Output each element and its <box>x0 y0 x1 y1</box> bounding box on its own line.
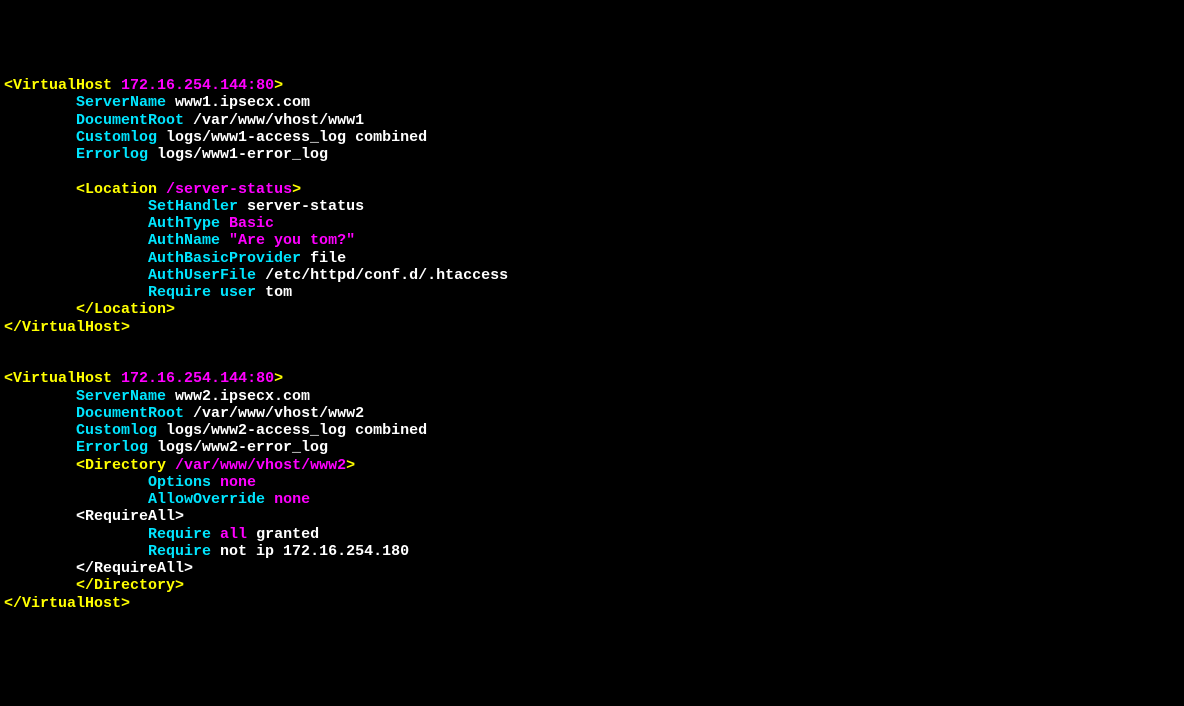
directory-close-tag: </Directory> <box>76 577 184 594</box>
options-key: Options <box>148 474 220 491</box>
servername-value: www2.ipsecx.com <box>166 388 310 405</box>
allowoverride-value: none <box>274 491 310 508</box>
servername-value: www1.ipsecx.com <box>166 94 310 111</box>
allowoverride-line: AllowOverride none <box>4 491 310 508</box>
config-file: <VirtualHost 172.16.254.144:80> ServerNa… <box>4 77 1180 612</box>
require-value: tom <box>256 284 292 301</box>
documentroot-line: DocumentRoot /var/www/vhost/www1 <box>4 112 364 129</box>
customlog-key: Customlog <box>76 129 157 146</box>
errorlog-line: Errorlog logs/www2-error_log <box>4 439 328 456</box>
errorlog-line: Errorlog logs/www1-error_log <box>4 146 328 163</box>
documentroot-line: DocumentRoot /var/www/vhost/www2 <box>4 405 364 422</box>
vhost-ip: 172.16.254.144:80 <box>121 77 274 94</box>
vhost-1-close: </VirtualHost> <box>4 319 130 336</box>
angle-bracket: > <box>274 77 283 94</box>
authuserfile-value: /etc/httpd/conf.d/.htaccess <box>256 267 508 284</box>
require-all: all <box>220 526 247 543</box>
servername-line: ServerName www1.ipsecx.com <box>4 94 310 111</box>
require-granted-line: Require all granted <box>4 526 319 543</box>
require-key: Require <box>148 526 220 543</box>
require-notip: not ip 172.16.254.180 <box>211 543 409 560</box>
servername-key: ServerName <box>76 388 166 405</box>
customlog-key: Customlog <box>76 422 157 439</box>
requireall-close-tag: </RequireAll> <box>76 560 193 577</box>
directory-close: </Directory> <box>4 577 184 594</box>
requireall-close: </RequireAll> <box>4 560 193 577</box>
sethandler-key: SetHandler <box>148 198 238 215</box>
authbasicprovider-key: AuthBasicProvider <box>148 250 301 267</box>
vhost-2-close: </VirtualHost> <box>4 595 130 612</box>
virtualhost-close-tag: </VirtualHost> <box>4 319 130 336</box>
customlog-line: Customlog logs/www1-access_log combined <box>4 129 427 146</box>
sethandler-value: server-status <box>238 198 364 215</box>
errorlog-key: Errorlog <box>76 146 148 163</box>
authname-key: AuthName <box>148 232 229 249</box>
location-close: </Location> <box>4 301 175 318</box>
vhost-2-open: <VirtualHost 172.16.254.144:80> <box>4 370 283 387</box>
authtype-key: AuthType <box>148 215 229 232</box>
location-path: /server-status <box>166 181 292 198</box>
virtualhost-tag: VirtualHost <box>13 77 121 94</box>
errorlog-value: logs/www2-error_log <box>148 439 328 456</box>
angle-bracket: < <box>4 77 13 94</box>
authtype-line: AuthType Basic <box>4 215 274 232</box>
authbasicprovider-line: AuthBasicProvider file <box>4 250 346 267</box>
servername-key: ServerName <box>76 94 166 111</box>
errorlog-value: logs/www1-error_log <box>148 146 328 163</box>
location-tag: Location <box>85 181 166 198</box>
require-key: Require <box>148 543 211 560</box>
authuserfile-line: AuthUserFile /etc/httpd/conf.d/.htaccess <box>4 267 508 284</box>
authuserfile-key: AuthUserFile <box>148 267 256 284</box>
allowoverride-key: AllowOverride <box>148 491 274 508</box>
documentroot-value: /var/www/vhost/www2 <box>184 405 364 422</box>
requireall-open: <RequireAll> <box>4 508 184 525</box>
require-key: Require user <box>148 284 256 301</box>
angle-bracket: > <box>274 370 283 387</box>
documentroot-key: DocumentRoot <box>76 112 184 129</box>
servername-line: ServerName www2.ipsecx.com <box>4 388 310 405</box>
customlog-value: logs/www1-access_log combined <box>157 129 427 146</box>
angle-bracket: > <box>292 181 301 198</box>
vhost-1-open: <VirtualHost 172.16.254.144:80> <box>4 77 283 94</box>
require-granted: granted <box>247 526 319 543</box>
sethandler-line: SetHandler server-status <box>4 198 364 215</box>
requireall-open-tag: <RequireAll> <box>76 508 184 525</box>
virtualhost-close-tag: </VirtualHost> <box>4 595 130 612</box>
angle-bracket: < <box>76 181 85 198</box>
documentroot-key: DocumentRoot <box>76 405 184 422</box>
directory-path: /var/www/vhost/www2 <box>175 457 346 474</box>
options-line: Options none <box>4 474 256 491</box>
customlog-line: Customlog logs/www2-access_log combined <box>4 422 427 439</box>
vhost-ip: 172.16.254.144:80 <box>121 370 274 387</box>
directory-open: <Directory /var/www/vhost/www2> <box>4 457 355 474</box>
customlog-value: logs/www2-access_log combined <box>157 422 427 439</box>
angle-bracket: < <box>4 370 13 387</box>
authtype-value: Basic <box>229 215 274 232</box>
require-notip-line: Require not ip 172.16.254.180 <box>4 543 409 560</box>
directory-tag: Directory <box>85 457 175 474</box>
angle-bracket: > <box>346 457 355 474</box>
errorlog-key: Errorlog <box>76 439 148 456</box>
options-value: none <box>220 474 256 491</box>
location-open: <Location /server-status> <box>4 181 301 198</box>
angle-bracket: < <box>76 457 85 474</box>
authname-line: AuthName "Are you tom?" <box>4 232 355 249</box>
location-close-tag: </Location> <box>76 301 175 318</box>
virtualhost-tag: VirtualHost <box>13 370 121 387</box>
documentroot-value: /var/www/vhost/www1 <box>184 112 364 129</box>
require-line: Require user tom <box>4 284 292 301</box>
authbasicprovider-value: file <box>301 250 346 267</box>
authname-value: "Are you tom?" <box>229 232 355 249</box>
